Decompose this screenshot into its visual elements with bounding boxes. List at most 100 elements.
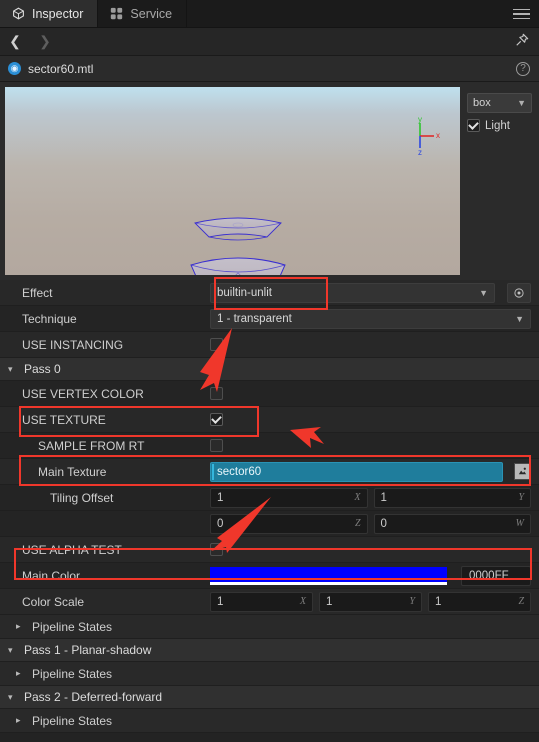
- hamburger-icon[interactable]: [513, 0, 530, 28]
- use-instancing-label: USE INSTANCING: [22, 337, 124, 352]
- tab-service-label: Service: [130, 6, 173, 21]
- target-icon[interactable]: [507, 282, 531, 303]
- tiling-offset-y-value: 1: [380, 491, 387, 504]
- tab-inspector[interactable]: Inspector: [0, 0, 99, 27]
- use-texture-label: USE TEXTURE: [22, 412, 106, 427]
- row-main-texture: Main Texture sector60: [0, 459, 539, 485]
- chevron-down-icon: ▾: [8, 691, 13, 702]
- chevron-left-icon[interactable]: ❮: [0, 28, 30, 56]
- preview-shape-select[interactable]: box ▼: [467, 93, 532, 113]
- sample-from-rt-label: SAMPLE FROM RT: [38, 438, 145, 453]
- svg-text:z: z: [418, 148, 422, 157]
- row-sample-from-rt: SAMPLE FROM RT: [0, 433, 539, 459]
- grid-dots-icon: [110, 7, 123, 20]
- main-color-hex-value: 0000FF: [469, 569, 509, 582]
- main-color-hex-input[interactable]: 0000FF: [461, 565, 531, 586]
- tiling-offset-z-value: 0: [217, 517, 224, 530]
- pin-icon[interactable]: [515, 33, 529, 52]
- chevron-right-icon: ▸: [16, 621, 21, 631]
- chevron-down-icon: ▼: [515, 313, 524, 324]
- svg-text:y: y: [418, 115, 422, 124]
- preview-controls: box ▼ Light: [460, 87, 539, 280]
- tiling-offset-x-input[interactable]: 1 X: [210, 487, 368, 508]
- tab-inspector-label: Inspector: [32, 6, 84, 21]
- axis-label-x: X: [299, 596, 306, 607]
- main-color-swatch[interactable]: [210, 566, 447, 585]
- preview-light-label: Light: [485, 119, 510, 132]
- chevron-right-icon[interactable]: ❯: [30, 28, 60, 56]
- main-texture-field[interactable]: sector60: [210, 461, 503, 482]
- tiling-offset-w-input[interactable]: 0 W: [373, 513, 531, 534]
- model-render: [190, 217, 286, 275]
- tab-bar: Inspector Service: [0, 0, 539, 28]
- color-scale-y-input[interactable]: 1 Y: [319, 591, 422, 612]
- inspector-panel: Inspector Service ❮ ❯ ◉ sector60.mtl ? y…: [0, 0, 539, 742]
- color-scale-y-value: 1: [326, 595, 333, 608]
- pass2-pipeline-states-label: Pipeline States: [32, 713, 113, 728]
- pass1-header-label: Pass 1 - Planar-shadow: [24, 643, 152, 657]
- chevron-down-icon: ▾: [8, 644, 13, 655]
- effect-dropdown[interactable]: builtin-unlit ▼: [210, 282, 495, 303]
- axis-label-x: X: [354, 492, 361, 503]
- row-use-instancing: USE INSTANCING: [0, 332, 539, 358]
- preview-light-toggle[interactable]: Light: [467, 119, 532, 132]
- axis-gizmo[interactable]: y x z: [402, 115, 444, 157]
- pass1-header[interactable]: ▾ Pass 1 - Planar-shadow: [0, 639, 539, 662]
- tiling-offset-label: Tiling Offset: [50, 490, 114, 505]
- texture-thumbnail-icon[interactable]: [514, 463, 531, 480]
- pass0-pipeline-states[interactable]: ▸ Pipeline States: [0, 615, 539, 639]
- pass2-header-label: Pass 2 - Deferred-forward: [24, 690, 163, 704]
- row-effect: Effect builtin-unlit ▼: [0, 280, 539, 306]
- tab-service[interactable]: Service: [98, 0, 188, 27]
- axis-label-y: Y: [409, 596, 415, 607]
- preview-section: y x z box ▼ Light: [0, 82, 539, 280]
- axis-label-z: Z: [354, 518, 361, 529]
- row-technique: Technique 1 - transparent ▼: [0, 306, 539, 332]
- color-scale-z-value: 1: [435, 595, 442, 608]
- tiling-offset-z-input[interactable]: 0 Z: [210, 513, 368, 534]
- tiling-offset-y-input[interactable]: 1 Y: [373, 487, 531, 508]
- light-checkbox[interactable]: [467, 119, 480, 132]
- axis-label-w: W: [515, 518, 524, 529]
- row-tiling-offset-zw: 0 Z 0 W: [0, 511, 539, 537]
- technique-value: 1 - transparent: [217, 312, 292, 325]
- properties-list: Effect builtin-unlit ▼ Technique 1 - tra…: [0, 280, 539, 733]
- technique-dropdown[interactable]: 1 - transparent ▼: [210, 308, 531, 329]
- preview-shape-value: box: [473, 97, 491, 109]
- chevron-down-icon: ▾: [8, 363, 13, 374]
- navigation-bar: ❮ ❯: [0, 28, 539, 56]
- use-vertex-color-label: USE VERTEX COLOR: [22, 386, 144, 401]
- color-scale-x-value: 1: [217, 595, 224, 608]
- effect-label: Effect: [22, 285, 53, 300]
- axis-label-z: Z: [518, 596, 524, 607]
- main-texture-value: sector60: [217, 465, 262, 478]
- use-vertex-color-checkbox[interactable]: [210, 387, 223, 400]
- color-scale-label: Color Scale: [22, 594, 85, 609]
- preview-viewport[interactable]: y x z: [5, 87, 460, 275]
- use-instancing-checkbox[interactable]: [210, 338, 223, 351]
- use-alpha-test-checkbox[interactable]: [210, 543, 223, 556]
- pass2-header[interactable]: ▾ Pass 2 - Deferred-forward: [0, 686, 539, 709]
- color-scale-x-input[interactable]: 1 X: [210, 591, 313, 612]
- axis-label-y: Y: [518, 492, 524, 503]
- use-texture-checkbox[interactable]: [210, 413, 223, 426]
- pass0-header-label: Pass 0: [24, 362, 61, 376]
- chevron-down-icon: ▼: [517, 98, 526, 108]
- cube-icon: [12, 7, 25, 20]
- pass1-pipeline-states[interactable]: ▸ Pipeline States: [0, 662, 539, 686]
- main-color-label: Main Color: [22, 568, 81, 583]
- help-circle-icon[interactable]: ?: [516, 61, 530, 76]
- pass2-pipeline-states[interactable]: ▸ Pipeline States: [0, 709, 539, 733]
- asset-header: ◉ sector60.mtl ?: [0, 56, 539, 82]
- row-main-color: Main Color 0000FF: [0, 563, 539, 589]
- use-alpha-test-label: USE ALPHA TEST: [22, 542, 122, 557]
- effect-value: builtin-unlit: [217, 286, 272, 299]
- asset-name: sector60.mtl: [28, 61, 94, 76]
- sample-from-rt-checkbox[interactable]: [210, 439, 223, 452]
- chevron-right-icon: ▸: [16, 715, 21, 725]
- tiling-offset-w-value: 0: [380, 517, 387, 530]
- main-texture-label: Main Texture: [38, 464, 107, 479]
- tiling-offset-x-value: 1: [217, 491, 224, 504]
- color-scale-z-input[interactable]: 1 Z: [428, 591, 531, 612]
- pass0-header[interactable]: ▾ Pass 0: [0, 358, 539, 381]
